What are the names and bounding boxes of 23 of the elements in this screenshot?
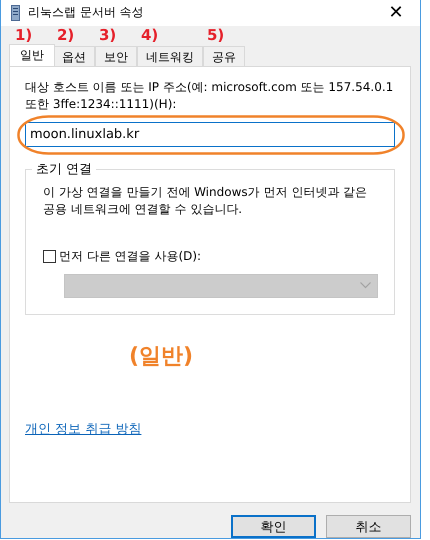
description: 이 가상 연결을 만들기 전에 Windows가 먼저 인터넷과 같은 공용 네트워크에 연결할 수 있습니다. (43, 184, 368, 218)
cancel-button[interactable]: 취소 (326, 515, 411, 538)
window-title: 리눅스랩 문서버 속성 (28, 4, 145, 22)
checkbox[interactable] (43, 250, 56, 263)
tab[interactable]: 보안 (95, 46, 137, 66)
annotation-number: 1) (14, 26, 32, 44)
tab[interactable]: 네트워킹 (137, 46, 203, 66)
tab[interactable]: 공유 (203, 46, 245, 66)
annotation-number: 3) (98, 26, 116, 44)
annotation-number: 2) (56, 26, 74, 44)
checkbox-label: 먼저 다른 연결을 사용(D): (59, 248, 202, 265)
chevron-icon (360, 282, 371, 290)
tab[interactable]: 옵션 (53, 46, 95, 66)
server-icon (11, 4, 20, 21)
host-field[interactable]: moon.linuxlab.kr (25, 122, 395, 147)
ok-button[interactable]: 확인 (231, 515, 316, 538)
annotation-number: 5) (206, 26, 224, 44)
tab[interactable]: 일반 (9, 44, 55, 66)
privacy-link[interactable]: 개인 정보 취급 방침 (25, 420, 142, 438)
host-label: 대상 호스트 이름 또는 IP 주소(예: microsoft.com 또는 157.54.0.1 또한 3ffe:1234::1111)(H): (25, 78, 394, 113)
annotation-label: (일반) (129, 342, 194, 371)
annotation-number: 4) (140, 26, 158, 44)
close-icon[interactable]: ✕ (376, 2, 416, 24)
